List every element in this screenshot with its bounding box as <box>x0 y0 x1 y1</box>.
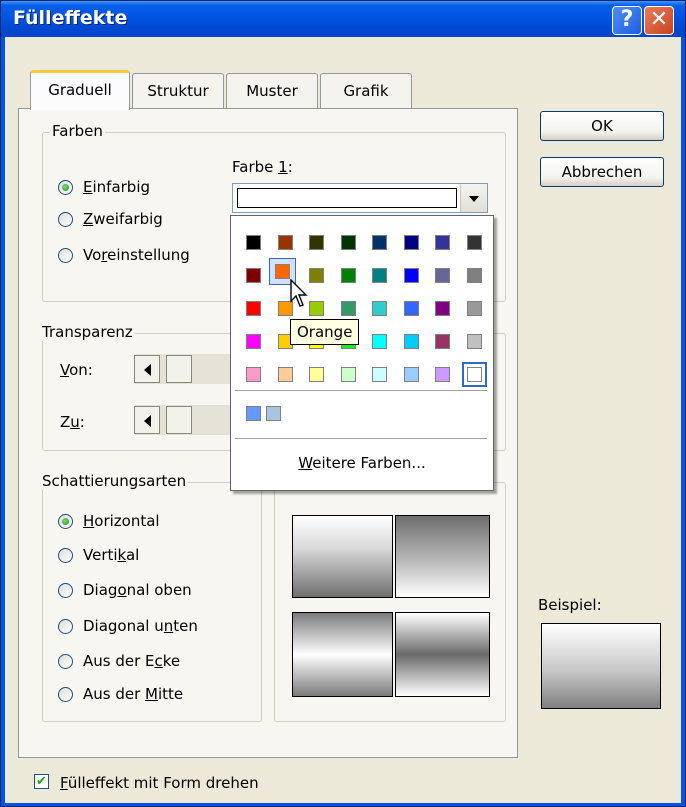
variant-middle-dark[interactable] <box>395 612 490 697</box>
radio-diagonal-unten[interactable] <box>58 619 73 634</box>
color-swatch[interactable] <box>309 367 324 382</box>
von-slider-left-arrow[interactable] <box>134 355 160 383</box>
help-button[interactable]: ? <box>612 6 642 35</box>
color-swatch[interactable] <box>403 268 419 283</box>
color-swatch[interactable] <box>466 268 482 283</box>
von-label: Von: <box>60 361 93 379</box>
radio-aus-der-ecke-label: Aus der Ecke <box>83 652 181 670</box>
color-swatch[interactable] <box>403 235 419 250</box>
color-swatch[interactable] <box>340 301 356 316</box>
color-swatch[interactable] <box>372 301 387 316</box>
window-title: Fülleffekte <box>13 7 128 29</box>
color-swatch[interactable] <box>403 334 419 349</box>
color-swatch[interactable] <box>435 268 450 283</box>
recent-color-swatch[interactable] <box>246 406 261 421</box>
color-swatch[interactable] <box>277 367 293 382</box>
color-swatch[interactable] <box>403 301 419 316</box>
radio-einfarbig[interactable] <box>58 180 73 195</box>
color-swatch[interactable] <box>435 235 450 250</box>
color-swatch[interactable] <box>372 235 387 250</box>
color-swatch[interactable] <box>340 268 356 283</box>
more-colors-button[interactable]: Weitere Farben... <box>231 454 493 472</box>
schattierung-legend: Schattierungsarten <box>40 472 189 490</box>
variant-top-dark[interactable] <box>292 515 393 598</box>
cancel-button[interactable]: Abbrechen <box>540 157 664 187</box>
ok-button[interactable]: OK <box>540 111 664 141</box>
color-swatch[interactable] <box>246 268 261 283</box>
color-swatch[interactable] <box>309 301 324 316</box>
color-swatch[interactable] <box>246 301 261 316</box>
color-swatch[interactable] <box>372 367 387 382</box>
color-swatch[interactable] <box>403 367 419 382</box>
color-swatch[interactable] <box>435 301 450 316</box>
color-swatch[interactable] <box>246 367 261 382</box>
color-swatch[interactable] <box>340 235 356 250</box>
radio-horizontal-label: Horizontal <box>83 512 160 530</box>
color-swatch[interactable] <box>309 268 324 283</box>
zu-slider-thumb[interactable] <box>166 406 192 434</box>
color-swatch[interactable] <box>309 235 324 250</box>
radio-zweifarbig-label: Zweifarbig <box>83 210 163 228</box>
transparenz-legend: Transparenz <box>40 323 135 341</box>
radio-zweifarbig[interactable] <box>58 212 73 227</box>
radio-aus-der-mitte-label: Aus der Mitte <box>83 685 184 703</box>
radio-vertikal-label: Vertikal <box>83 546 140 564</box>
popup-separator <box>235 438 487 439</box>
swatch-orange[interactable] <box>275 264 290 279</box>
color-swatch[interactable] <box>461 362 487 387</box>
color-picker-popup: Weitere Farben... <box>230 215 494 491</box>
radio-vertikal[interactable] <box>58 548 73 563</box>
chevron-down-icon[interactable] <box>460 184 487 212</box>
color-swatch[interactable] <box>466 235 482 250</box>
color-swatch[interactable] <box>340 367 356 382</box>
farbe1-label: Farbe 1: <box>232 158 293 176</box>
von-slider-thumb[interactable] <box>166 355 192 383</box>
mouse-pointer-icon <box>290 279 308 307</box>
variant-top-light[interactable] <box>395 515 490 598</box>
zu-label: Zu: <box>60 413 85 431</box>
radio-aus-der-mitte[interactable] <box>58 687 73 702</box>
beispiel-label: Beispiel: <box>538 596 602 614</box>
color-swatch[interactable] <box>466 301 482 316</box>
radio-diagonal-oben[interactable] <box>58 583 73 598</box>
farbe1-combobox[interactable] <box>232 183 488 213</box>
rotate-with-shape-label: Fülleffekt mit Form drehen <box>60 774 259 792</box>
color-tooltip: Orange <box>290 319 360 345</box>
color-swatch[interactable] <box>466 334 482 349</box>
radio-aus-der-ecke[interactable] <box>58 654 73 669</box>
color-swatch[interactable] <box>372 268 387 283</box>
radio-diagonal-unten-label: Diagonal unten <box>83 617 198 635</box>
farbe1-swatch <box>237 188 457 208</box>
popup-separator <box>235 390 487 391</box>
radio-voreinstellung-label: Voreinstellung <box>83 246 190 264</box>
tab-struktur[interactable]: Struktur <box>132 73 224 109</box>
color-swatch[interactable] <box>435 334 450 349</box>
color-swatch[interactable] <box>246 235 261 250</box>
color-swatch[interactable] <box>435 367 450 382</box>
variant-middle-light[interactable] <box>292 612 393 697</box>
color-swatch[interactable] <box>372 334 387 349</box>
beispiel-preview <box>541 623 661 709</box>
recent-color-swatch[interactable] <box>266 406 281 421</box>
tab-grafik[interactable]: Grafik <box>320 73 412 109</box>
radio-voreinstellung[interactable] <box>58 248 73 263</box>
color-swatch[interactable] <box>246 334 261 349</box>
tab-graduell[interactable]: Graduell <box>30 70 130 110</box>
close-button[interactable]: ✕ <box>644 6 674 35</box>
radio-einfarbig-label: Einfarbig <box>83 178 151 196</box>
farben-legend: Farben <box>50 122 105 140</box>
tab-muster[interactable]: Muster <box>226 73 318 109</box>
zu-slider-left-arrow[interactable] <box>134 406 160 434</box>
radio-diagonal-oben-label: Diagonal oben <box>83 581 192 599</box>
color-swatch[interactable] <box>277 235 293 250</box>
radio-horizontal[interactable] <box>58 514 73 529</box>
rotate-with-shape-checkbox[interactable]: ✔ <box>34 774 49 789</box>
title-bar[interactable]: Fülleffekte ? ✕ <box>1 1 685 37</box>
